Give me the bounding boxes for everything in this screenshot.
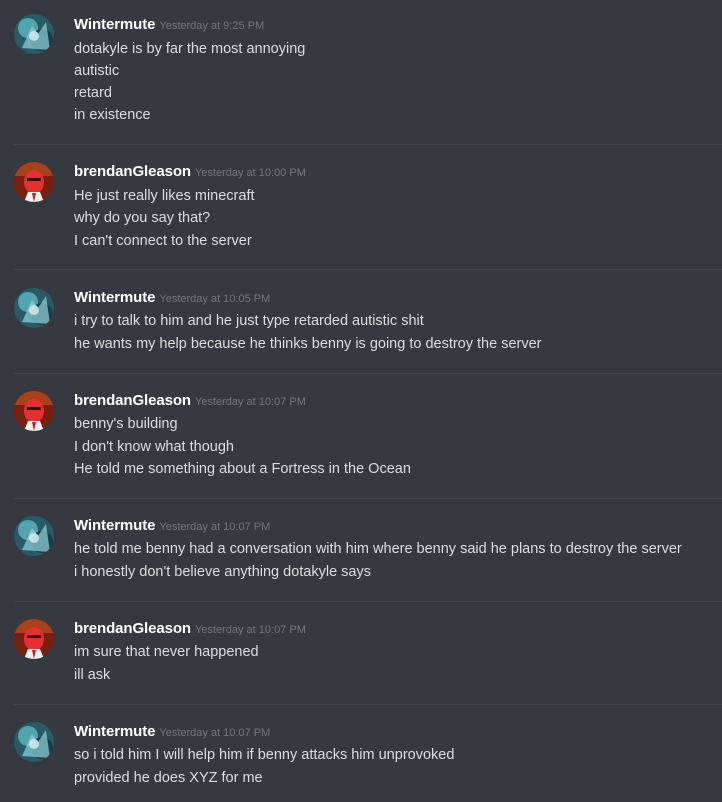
message-line: He told me something about a Fortress in… xyxy=(74,461,411,477)
message-author[interactable]: Wintermute xyxy=(74,723,155,740)
message-divider xyxy=(14,373,722,374)
wintermute-avatar[interactable] xyxy=(14,288,54,328)
message-line: benny's building xyxy=(74,416,178,432)
message-line: i try to talk to him and he just type re… xyxy=(74,313,424,329)
message-author[interactable]: Wintermute xyxy=(74,517,155,534)
message-author[interactable]: brendanGleason xyxy=(74,392,191,409)
message-timestamp: Yesterday at 10:07 PM xyxy=(159,727,271,739)
message-line: so i told him I will help him if benny a… xyxy=(74,747,455,763)
message-line: im sure that never happened xyxy=(74,644,259,660)
message-line: in existence xyxy=(74,107,151,123)
chat-message-list: Wintermute Yesterday at 9:25 PM dotakyle … xyxy=(0,0,722,802)
message-line: He just really likes minecraft xyxy=(74,188,255,204)
brendan-avatar[interactable] xyxy=(14,162,54,202)
message-line: why do you say that? xyxy=(74,210,211,226)
message-author[interactable]: Wintermute xyxy=(74,289,155,306)
message-line: retard xyxy=(74,85,112,101)
wintermute-avatar[interactable] xyxy=(14,516,54,556)
message-divider xyxy=(14,144,722,145)
brendan-avatar[interactable] xyxy=(14,391,54,431)
message-line: provided he does XYZ for me xyxy=(74,770,263,786)
message-timestamp: Yesterday at 10:05 PM xyxy=(159,293,271,305)
message-line: he wants my help because he thinks benny… xyxy=(74,336,542,352)
message-divider xyxy=(14,601,722,602)
message-line: dotakyle is by far the most annoying xyxy=(74,41,306,57)
message-line: i honestly don't believe anything dotaky… xyxy=(74,564,371,580)
wintermute-avatar[interactable] xyxy=(14,14,54,54)
message-timestamp: Yesterday at 10:07 PM xyxy=(194,624,306,636)
message-line: I can't connect to the server xyxy=(74,233,252,249)
message-author[interactable]: brendanGleason xyxy=(74,163,191,180)
message-line: he told me benny had a conversation with… xyxy=(74,541,682,557)
message-timestamp: Yesterday at 10:00 PM xyxy=(194,167,306,179)
message-line: autistic xyxy=(74,63,120,79)
message-timestamp: Yesterday at 10:07 PM xyxy=(159,521,271,533)
message-author[interactable]: Wintermute xyxy=(74,16,155,33)
message-author[interactable]: brendanGleason xyxy=(74,620,191,637)
wintermute-avatar[interactable] xyxy=(14,722,54,762)
message-divider xyxy=(14,704,722,705)
message-divider xyxy=(14,269,722,270)
brendan-avatar[interactable] xyxy=(14,619,54,659)
message-divider xyxy=(14,498,722,499)
message-line: ill ask xyxy=(74,667,111,683)
message-timestamp: Yesterday at 10:07 PM xyxy=(194,396,306,408)
message-timestamp: Yesterday at 9:25 PM xyxy=(159,20,265,32)
message-line: I don't know what though xyxy=(74,439,234,455)
